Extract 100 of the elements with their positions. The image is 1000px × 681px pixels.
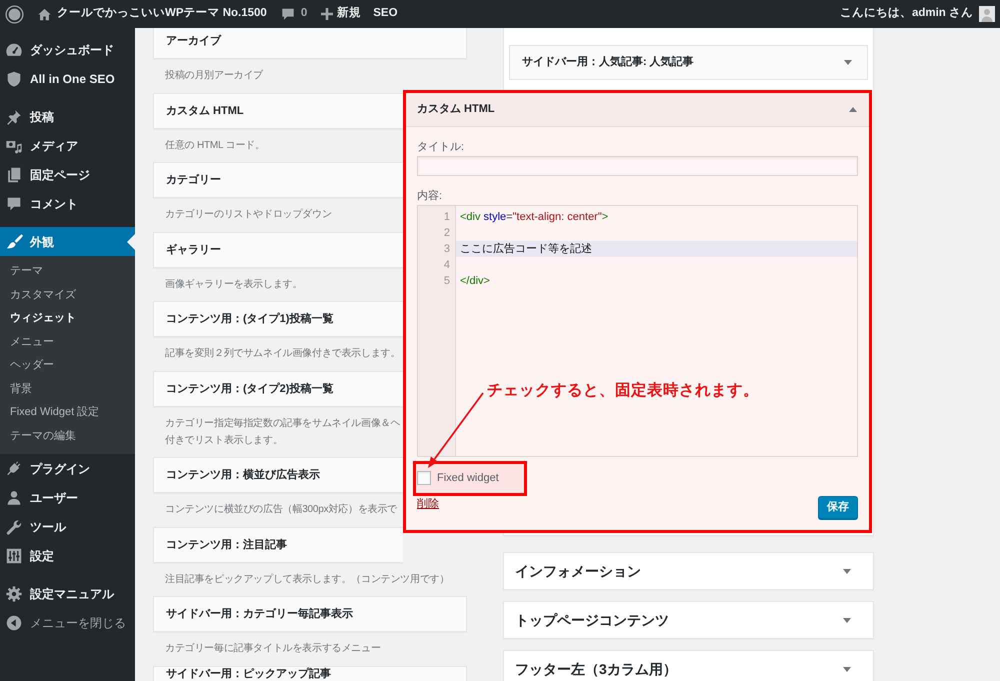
- menu-item[interactable]: 設定マニュアル: [0, 579, 135, 608]
- widget-title: サイドバー用：ピックアップ記事: [166, 666, 331, 680]
- widget-description: コンテンツに横並びの広告（幅300px対応）を表示で: [165, 502, 398, 518]
- submenu-item[interactable]: カスタマイズ: [0, 284, 135, 307]
- code-line: </div>: [459, 274, 490, 289]
- widget-description: カテゴリーのリストやドロップダウン: [165, 208, 332, 222]
- menu-item[interactable]: ツール: [0, 512, 135, 541]
- menu-item[interactable]: 投稿: [0, 102, 135, 131]
- user-icon: [5, 488, 23, 506]
- comment-count-link[interactable]: 0: [300, 5, 308, 23]
- widget-title: サイドバー用：カテゴリー毎記事表示: [166, 607, 353, 621]
- widget-area-title: フッター左（3カラム用）: [515, 660, 677, 679]
- annotation-text: チェックすると、固定表時されます。: [487, 381, 759, 401]
- title-input[interactable]: [417, 156, 858, 176]
- delete-link[interactable]: 削除: [417, 496, 439, 512]
- gauge-icon: [5, 40, 23, 58]
- gear-icon: [5, 584, 23, 602]
- widget-header[interactable]: カスタム HTML: [406, 93, 869, 127]
- submenu-item[interactable]: テーマの編集: [0, 424, 135, 448]
- submenu-item[interactable]: Fixed Widget 設定: [0, 401, 135, 424]
- line-number: 3: [442, 242, 451, 257]
- widget-area-header[interactable]: フッター左（3カラム用）: [503, 650, 874, 681]
- comment-icon[interactable]: [280, 7, 295, 21]
- line-number: 1: [442, 210, 451, 225]
- menu-item[interactable]: All in One SEO: [0, 64, 135, 93]
- widget-title: カスタム HTML: [417, 102, 495, 118]
- menu-item[interactable]: 設定: [0, 541, 135, 570]
- widget-description: 記事を変則２列でサムネイル画像付きで表示します。: [165, 346, 400, 362]
- menu-item[interactable]: 固定ページ: [0, 160, 135, 189]
- pin-icon: [5, 108, 23, 126]
- widget-title: コンテンツ用：横並び広告表示: [166, 468, 320, 482]
- submenu-item[interactable]: ヘッダー: [0, 354, 135, 378]
- brush-icon: [5, 232, 23, 250]
- pages-icon: [5, 166, 23, 184]
- caret-down-icon[interactable]: [843, 618, 851, 622]
- submenu-item[interactable]: メニュー: [0, 330, 135, 354]
- widget-title: アーカイブ: [166, 34, 221, 48]
- checkbox-label[interactable]: Fixed widget: [437, 470, 499, 486]
- widget-card[interactable]: コンテンツ用：横並び広告表示: [153, 457, 403, 493]
- widget-card[interactable]: サイドバー用：ピックアップ記事: [153, 666, 467, 681]
- widget-card[interactable]: サイドバー用：人気記事: 人気記事: [509, 45, 868, 80]
- field-label: 内容:: [417, 188, 442, 204]
- line-number: 5: [442, 274, 451, 289]
- comment-icon: [5, 194, 23, 212]
- line-number: 4: [442, 258, 451, 273]
- logo-icon[interactable]: [5, 4, 24, 24]
- site-name-link[interactable]: クールでかっこいいWPテーマ No.1500: [57, 5, 267, 23]
- widget-description: 投稿の月別アーカイブ: [165, 68, 264, 84]
- save-button[interactable]: 保存: [818, 496, 858, 519]
- caret-down-icon[interactable]: [843, 666, 851, 672]
- widget-description: 注目記事をピックアップして表示します。（コンテンツ用です）: [165, 572, 450, 587]
- widget-card[interactable]: サイドバー用：カテゴリー毎記事表示: [153, 596, 467, 632]
- wrench-icon: [5, 518, 23, 536]
- widget-area-title: トップページコンテンツ: [515, 610, 669, 630]
- caret-down-icon[interactable]: [844, 60, 852, 65]
- widget-card[interactable]: カテゴリー: [153, 162, 403, 198]
- field-label: タイトル:: [417, 140, 464, 155]
- widget-description: 任意の HTML コード。: [165, 138, 265, 153]
- collapse-menu-button[interactable]: メニューを閉じる: [0, 608, 135, 637]
- widget-description: カテゴリー毎に記事タイトルを表示するメニュー: [165, 642, 381, 656]
- widget-description: カテゴリー指定毎指定数の記事をサムネイル画像＆ヘ 付きでリスト表示します。: [165, 416, 400, 448]
- widget-card[interactable]: コンテンツ用：(タイプ1)投稿一覧: [153, 301, 403, 337]
- widget-card[interactable]: アーカイブ: [153, 28, 467, 59]
- seo-menu-link[interactable]: SEO: [373, 5, 398, 23]
- code-line: <div style="text-align: center">: [459, 210, 608, 225]
- widget-title: カテゴリー: [166, 173, 221, 187]
- submenu-item[interactable]: ウィジェット: [0, 307, 135, 330]
- submenu-item[interactable]: 背景: [0, 378, 135, 401]
- caret-down-icon[interactable]: [843, 568, 851, 574]
- widget-description: 画像ギャラリーを表示します。: [165, 278, 302, 292]
- home-icon[interactable]: [38, 8, 51, 20]
- widget-card[interactable]: コンテンツ用：注目記事: [153, 526, 403, 562]
- widget-area-header[interactable]: インフォメーション: [503, 552, 874, 590]
- checkbox[interactable]: [417, 471, 431, 485]
- menu-item[interactable]: 外観: [0, 227, 135, 256]
- menu-item[interactable]: プラグイン: [0, 454, 135, 483]
- widget-title: サイドバー用：人気記事: 人気記事: [522, 54, 694, 70]
- submenu-item[interactable]: テーマ: [0, 260, 135, 284]
- account-greeting-link[interactable]: こんにちは、admin さん: [840, 5, 973, 23]
- new-content-link[interactable]: 新規: [337, 5, 362, 23]
- widget-card[interactable]: コンテンツ用：(タイプ2)投稿一覧: [153, 370, 403, 406]
- sliders-icon: [5, 546, 23, 564]
- menu-item[interactable]: メディア: [0, 131, 135, 160]
- widget-area-title: インフォメーション: [515, 562, 641, 580]
- plus-icon[interactable]: [321, 8, 334, 20]
- plug-icon: [5, 460, 23, 478]
- widget-card[interactable]: カスタム HTML: [153, 92, 403, 128]
- widget-title: ギャラリー: [166, 242, 221, 256]
- collapse-icon: [5, 614, 23, 632]
- caret-up-icon[interactable]: [849, 107, 857, 112]
- menu-item[interactable]: ダッシュボード: [0, 35, 135, 64]
- menu-item[interactable]: コメント: [0, 189, 135, 218]
- widget-area-header[interactable]: トップページコンテンツ: [503, 601, 874, 639]
- widget-title: コンテンツ用：(タイプ2)投稿一覧: [166, 382, 334, 396]
- widget-title: コンテンツ用：(タイプ1)投稿一覧: [166, 312, 334, 326]
- shield-icon: [5, 70, 23, 88]
- widget-title: コンテンツ用：注目記事: [166, 538, 287, 552]
- line-number: 2: [442, 226, 451, 241]
- widget-card[interactable]: ギャラリー: [153, 232, 403, 268]
- menu-item[interactable]: ユーザー: [0, 483, 135, 512]
